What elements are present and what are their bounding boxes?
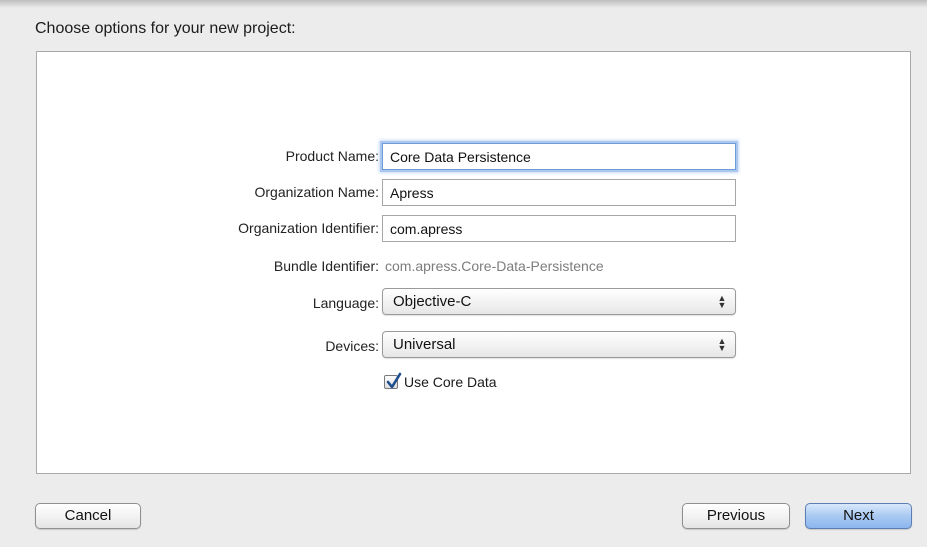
- dialog-heading: Choose options for your new project:: [35, 20, 296, 37]
- options-panel: Product Name: Organization Name: Organiz…: [36, 51, 911, 474]
- language-row: Language: Objective-C ▲ ▼: [37, 288, 912, 318]
- up-down-chevrons-icon: ▲ ▼: [717, 335, 727, 353]
- language-selected-value: Objective-C: [393, 293, 472, 310]
- devices-row: Devices: Universal ▲ ▼: [37, 331, 912, 361]
- use-core-data-label: Use Core Data: [404, 374, 497, 390]
- organization-name-field[interactable]: [382, 179, 736, 206]
- organization-name-label: Organization Name:: [254, 184, 379, 200]
- bundle-identifier-value: com.apress.Core-Data-Persistence: [385, 258, 604, 274]
- product-name-row: Product Name:: [37, 141, 912, 171]
- previous-button[interactable]: Previous: [682, 503, 790, 529]
- use-core-data-row: Use Core Data: [37, 372, 912, 402]
- organization-identifier-field[interactable]: [382, 215, 736, 242]
- product-name-label: Product Name:: [285, 148, 379, 164]
- organization-identifier-row: Organization Identifier:: [37, 213, 912, 243]
- next-button[interactable]: Next: [805, 503, 912, 529]
- bundle-identifier-label: Bundle Identifier:: [273, 258, 379, 274]
- devices-label: Devices:: [325, 338, 379, 354]
- organization-identifier-label: Organization Identifier:: [238, 220, 379, 236]
- title-bar-shadow: [0, 0, 927, 8]
- product-name-field[interactable]: [382, 143, 736, 170]
- devices-popup[interactable]: Universal ▲ ▼: [382, 331, 736, 358]
- cancel-button[interactable]: Cancel: [35, 503, 141, 529]
- language-popup[interactable]: Objective-C ▲ ▼: [382, 288, 736, 315]
- checkmark-icon: [386, 372, 402, 389]
- devices-selected-value: Universal: [393, 336, 456, 353]
- new-project-dialog: Choose options for your new project: Pro…: [0, 0, 927, 547]
- bundle-identifier-row: Bundle Identifier: com.apress.Core-Data-…: [37, 251, 912, 281]
- use-core-data-checkbox[interactable]: [384, 372, 402, 389]
- up-down-chevrons-icon: ▲ ▼: [717, 292, 727, 310]
- organization-name-row: Organization Name:: [37, 177, 912, 207]
- language-label: Language:: [312, 295, 379, 311]
